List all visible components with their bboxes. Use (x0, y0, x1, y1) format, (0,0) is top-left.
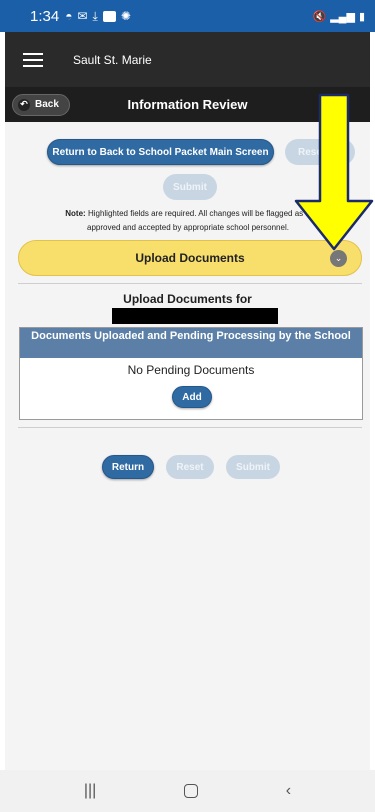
recent-apps-icon[interactable]: ||| (84, 782, 96, 800)
pending-documents-panel: Documents Uploaded and Pending Processin… (19, 327, 363, 420)
mute-icon: 🔇 (312, 10, 327, 23)
submit-button-top[interactable]: Submit (163, 174, 217, 200)
app-header: Sault St. Marie (5, 32, 370, 87)
upload-documents-for-label: Upload Documents for (123, 292, 252, 306)
divider (18, 283, 362, 284)
back-nav-icon[interactable]: ‹ (286, 782, 291, 800)
divider (18, 427, 362, 428)
status-bar: 1:34 ◓ ✉ ⤓ ✺ 🔇 ▂▄▆ ▮ (0, 0, 375, 32)
download-icon: ⤓ (92, 8, 98, 23)
notification-icon: ◓ (65, 9, 73, 23)
return-main-screen-button[interactable]: Return to Back to School Packet Main Scr… (47, 139, 274, 165)
app-title: Sault St. Marie (73, 52, 152, 67)
return-button[interactable]: Return (102, 455, 154, 479)
redacted-student-name (112, 308, 278, 324)
note-prefix: Note: (65, 209, 86, 218)
annotation-arrow-icon (294, 93, 374, 251)
mail-icon: ✉ (77, 9, 88, 23)
back-button[interactable]: ↶ Back (12, 93, 70, 116)
add-document-button[interactable]: Add (172, 386, 212, 408)
battery-icon: ▮ (358, 10, 365, 23)
pending-documents-header: Documents Uploaded and Pending Processin… (20, 328, 362, 358)
upload-documents-title: Upload Documents (135, 251, 245, 265)
reset-button[interactable]: Reset (166, 455, 214, 479)
status-notification-icons: ◓ ✉ ⤓ ✺ (65, 9, 131, 24)
note-line-1: Highlighted fields are required. All cha… (87, 209, 311, 218)
no-pending-documents: No Pending Documents (127, 363, 255, 377)
signal-icon: ▂▄▆ (330, 10, 355, 23)
back-arrow-icon: ↶ (18, 98, 30, 111)
status-system-icons: 🔇 ▂▄▆ ▮ (313, 10, 365, 23)
status-time: 1:34 (30, 7, 60, 25)
settings-icon: ✺ (120, 9, 131, 23)
submit-button[interactable]: Submit (226, 455, 280, 479)
system-nav-bar: ||| ‹ (0, 770, 375, 812)
image-icon (102, 10, 116, 22)
home-icon[interactable] (184, 784, 199, 798)
back-label: Back (35, 99, 59, 110)
menu-icon[interactable] (23, 52, 43, 67)
